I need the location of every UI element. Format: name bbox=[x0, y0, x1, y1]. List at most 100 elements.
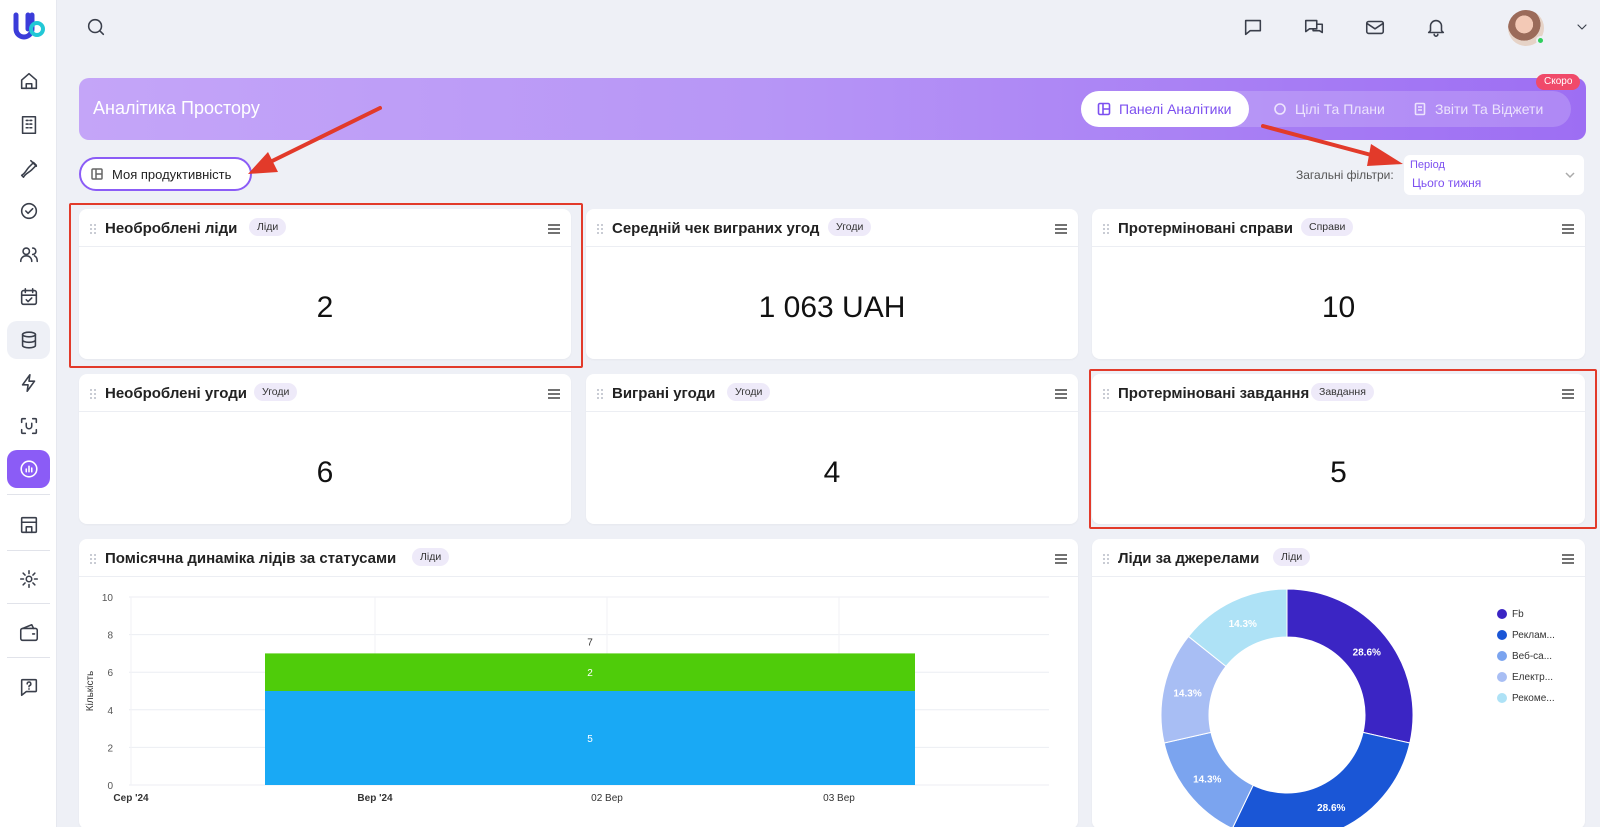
legend-swatch bbox=[1497, 630, 1507, 640]
drag-handle-icon[interactable] bbox=[596, 222, 604, 234]
y-axis-label: Кількість bbox=[85, 671, 96, 711]
pie-slice-label: 14.3% bbox=[1193, 775, 1221, 786]
legend-item[interactable]: Реклам... bbox=[1497, 628, 1577, 642]
chevron-down-icon[interactable] bbox=[1569, 14, 1595, 40]
widget-title: Необроблені ліди bbox=[105, 220, 238, 237]
chat-icon[interactable] bbox=[1240, 14, 1266, 40]
mail-icon[interactable] bbox=[1362, 14, 1388, 40]
my-productivity-button[interactable]: Моя продуктивність bbox=[79, 157, 252, 191]
legend-label: Веб-са... bbox=[1512, 650, 1553, 662]
bar-value-label: 5 bbox=[587, 734, 593, 745]
home-icon[interactable] bbox=[7, 62, 50, 100]
widget-badge: Угоди bbox=[828, 218, 872, 236]
target-icon bbox=[1274, 103, 1286, 115]
pie-slice-label: 28.6% bbox=[1317, 803, 1345, 814]
drag-handle-icon[interactable] bbox=[89, 387, 97, 399]
menu-icon[interactable] bbox=[1054, 387, 1068, 399]
menu-icon[interactable] bbox=[1561, 387, 1575, 399]
pie-slice-label: 14.3% bbox=[1229, 619, 1257, 630]
legend-label: Рекоме... bbox=[1512, 692, 1555, 704]
widget-value: 10 bbox=[1321, 291, 1356, 324]
legend-label: Електр... bbox=[1512, 671, 1554, 683]
widget-title: Протерміновані завдання bbox=[1118, 385, 1310, 402]
database-icon[interactable] bbox=[7, 321, 50, 359]
tab-goals[interactable]: Цілі Та Плани bbox=[1257, 91, 1401, 127]
tab-reports[interactable]: Звіти Та Віджети bbox=[1397, 91, 1559, 127]
menu-icon[interactable] bbox=[1054, 552, 1068, 564]
widget-average-check: Середній чек виграних угод Угоди 1 063 U… bbox=[586, 209, 1078, 359]
menu-icon[interactable] bbox=[1561, 552, 1575, 564]
help-icon[interactable] bbox=[7, 668, 50, 706]
legend-swatch bbox=[1497, 693, 1507, 703]
pie-slice[interactable] bbox=[1286, 588, 1414, 744]
legend-swatch bbox=[1497, 651, 1507, 661]
divider bbox=[7, 603, 50, 604]
widget-badge: Ліди bbox=[249, 218, 287, 236]
page-title: Аналітика Простору bbox=[93, 98, 260, 118]
lightning-icon[interactable] bbox=[7, 364, 50, 402]
building-icon[interactable] bbox=[7, 106, 50, 144]
check-circle-icon[interactable] bbox=[7, 192, 50, 230]
widget-header: Необроблені ліди Ліди bbox=[79, 209, 571, 247]
users-icon[interactable] bbox=[7, 235, 50, 273]
legend-swatch bbox=[1497, 672, 1507, 682]
tab-label: Панелі Аналітики bbox=[1119, 101, 1232, 117]
search-icon[interactable] bbox=[83, 14, 109, 40]
y-tick-label: 10 bbox=[102, 593, 114, 604]
calendar-check-icon[interactable] bbox=[7, 278, 50, 316]
scan-icon[interactable] bbox=[7, 407, 50, 445]
menu-icon[interactable] bbox=[547, 387, 561, 399]
period-select[interactable]: Період Цього тижня bbox=[1404, 155, 1584, 195]
x-tick-label: Вер '24 bbox=[357, 793, 393, 804]
period-value: Цього тижня bbox=[1412, 176, 1482, 190]
sidebar bbox=[0, 0, 57, 827]
widget-title: Середній чек виграних угод bbox=[612, 220, 820, 237]
bell-icon[interactable] bbox=[1423, 14, 1449, 40]
y-tick-label: 0 bbox=[107, 781, 113, 792]
widget-header: Необроблені угоди Угоди bbox=[79, 374, 571, 412]
y-tick-label: 8 bbox=[107, 631, 113, 642]
logo[interactable] bbox=[12, 10, 46, 44]
online-indicator bbox=[1536, 36, 1545, 45]
report-icon bbox=[1414, 102, 1426, 116]
pie-slice-label: 28.6% bbox=[1353, 647, 1381, 658]
drag-handle-icon[interactable] bbox=[596, 387, 604, 399]
divider bbox=[7, 494, 50, 495]
y-tick-label: 4 bbox=[107, 706, 113, 717]
warehouse-icon[interactable] bbox=[7, 506, 50, 544]
widget-unprocessed-leads: Необроблені ліди Ліди 2 bbox=[79, 209, 571, 359]
x-tick-label: Сер '24 bbox=[113, 793, 149, 804]
tab-dashboards[interactable]: Панелі Аналітики bbox=[1081, 91, 1249, 127]
drag-handle-icon[interactable] bbox=[89, 552, 97, 564]
messages-icon[interactable] bbox=[1301, 14, 1327, 40]
widget-overdue-activities: Протерміновані справи Справи 10 bbox=[1092, 209, 1585, 359]
wallet-icon[interactable] bbox=[7, 614, 50, 652]
legend-item[interactable]: Електр... bbox=[1497, 670, 1577, 684]
legend-item[interactable]: Fb bbox=[1497, 607, 1577, 621]
widget-value: 6 bbox=[316, 456, 334, 489]
menu-icon[interactable] bbox=[1054, 222, 1068, 234]
widget-badge: Угоди bbox=[254, 383, 298, 401]
menu-icon[interactable] bbox=[1561, 222, 1575, 234]
widget-overdue-tasks: Протерміновані завдання Завдання 5 bbox=[1092, 374, 1585, 524]
handshake-icon[interactable] bbox=[7, 149, 50, 187]
widget-header: Середній чек виграних угод Угоди bbox=[586, 209, 1078, 247]
drag-handle-icon[interactable] bbox=[1102, 222, 1110, 234]
bar-total-label: 7 bbox=[587, 637, 593, 648]
legend-item[interactable]: Рекоме... bbox=[1497, 691, 1577, 705]
menu-icon[interactable] bbox=[547, 222, 561, 234]
widget-badge: Ліди bbox=[412, 548, 450, 566]
drag-handle-icon[interactable] bbox=[1102, 387, 1110, 399]
analytics-icon[interactable] bbox=[7, 450, 50, 488]
y-tick-label: 6 bbox=[107, 668, 113, 679]
widget-value: 1 063 UAH bbox=[758, 291, 906, 324]
topbar bbox=[57, 0, 1600, 56]
drag-handle-icon[interactable] bbox=[89, 222, 97, 234]
legend-swatch bbox=[1497, 609, 1507, 619]
gear-icon[interactable] bbox=[7, 560, 50, 598]
widget-title: Помісячна динаміка лідів за статусами bbox=[105, 550, 397, 567]
widget-title: Виграні угоди bbox=[612, 385, 716, 402]
divider bbox=[7, 550, 50, 551]
legend-item[interactable]: Веб-са... bbox=[1497, 649, 1577, 663]
drag-handle-icon[interactable] bbox=[1102, 552, 1110, 564]
